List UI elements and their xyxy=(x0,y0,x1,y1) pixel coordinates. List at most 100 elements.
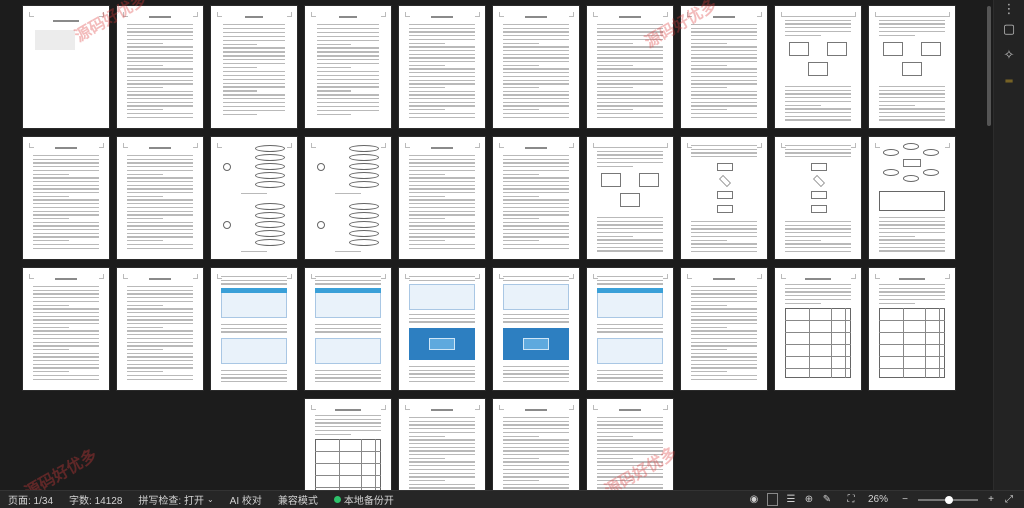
text-line xyxy=(317,51,379,53)
page-thumbnail[interactable]: 16 xyxy=(493,137,579,259)
divider-icon[interactable]: ═ xyxy=(994,68,1024,94)
page-view-icon[interactable] xyxy=(766,493,778,506)
flow-decision xyxy=(719,175,731,187)
text-line xyxy=(127,293,193,295)
page-thumbnail[interactable]: 5 xyxy=(399,6,485,128)
text-line xyxy=(597,72,663,74)
zoom-out-button[interactable]: − xyxy=(896,491,914,508)
page-indicator[interactable]: 页面: 1/34 xyxy=(0,492,61,507)
text-line xyxy=(409,173,446,175)
page-thumbnail[interactable]: 10 xyxy=(869,6,955,128)
page-thumbnail[interactable]: 9 xyxy=(775,6,861,128)
text-line xyxy=(597,283,663,285)
fit-screen-icon[interactable]: ⛶ xyxy=(842,491,860,508)
text-line xyxy=(691,356,757,358)
text-line xyxy=(409,476,475,478)
fullscreen-icon[interactable]: ⤢ xyxy=(1000,491,1018,508)
text-line xyxy=(879,298,945,301)
page-thumbnail[interactable]: 28 xyxy=(681,268,767,390)
usecase-ellipse xyxy=(349,163,379,170)
flow-step xyxy=(717,163,733,171)
page-thumbnail[interactable]: 13 xyxy=(211,137,297,259)
page-thumbnail[interactable]: 4 xyxy=(305,6,391,128)
page-corner-mark xyxy=(757,274,762,279)
page-corner-mark xyxy=(475,143,480,148)
page-thumbnail[interactable]: 3 xyxy=(211,6,297,128)
text-line xyxy=(597,428,663,430)
page-corner-mark xyxy=(29,12,34,17)
text-line xyxy=(879,235,916,237)
text-line xyxy=(503,42,540,44)
sparkle-ai-icon[interactable]: ✧ xyxy=(994,42,1024,68)
page-thumbnail[interactable]: 8 xyxy=(681,6,767,128)
page-thumbnail[interactable]: 27 xyxy=(587,268,673,390)
zoom-slider-thumb[interactable] xyxy=(945,495,954,504)
page-thumbnail[interactable]: 1 xyxy=(23,6,109,128)
text-line xyxy=(317,35,379,38)
text-line xyxy=(317,82,379,84)
page-thumbnail[interactable]: 17 xyxy=(587,137,673,259)
page-corner-mark xyxy=(217,143,222,148)
web-view-icon[interactable]: ⊕ xyxy=(800,491,818,508)
zoom-slider[interactable] xyxy=(918,495,978,504)
local-backup-toggle[interactable]: 本地备份开 xyxy=(326,492,402,507)
eye-protect-icon[interactable]: ◉ xyxy=(745,491,763,508)
page-thumbnail[interactable]: 25 xyxy=(399,268,485,390)
page-thumbnail[interactable]: 6 xyxy=(493,6,579,128)
page-thumbnail[interactable]: 20 xyxy=(869,137,955,259)
page-thumbnail[interactable]: 18 xyxy=(681,137,767,259)
text-line xyxy=(223,63,285,65)
text-line xyxy=(223,78,285,80)
zoom-value[interactable]: 26% xyxy=(860,494,896,505)
text-line xyxy=(317,55,379,57)
text-line xyxy=(597,454,663,456)
compat-mode-label: 兼容模式 xyxy=(277,496,318,507)
page-thumbnail[interactable]: 33 xyxy=(493,399,579,490)
text-line xyxy=(503,214,569,216)
text-line xyxy=(597,457,634,460)
text-line xyxy=(785,97,851,99)
page-thumbnail[interactable]: 19 xyxy=(775,137,861,259)
text-line xyxy=(33,367,99,369)
text-line xyxy=(127,64,164,67)
page-thumbnail[interactable]: 22 xyxy=(117,268,203,390)
ai-proofread-button[interactable]: AI 校对 xyxy=(222,492,270,507)
more-options-icon[interactable]: ⋮ xyxy=(994,1,1024,16)
vertical-scrollbar[interactable] xyxy=(987,6,991,126)
page-thumbnail[interactable]: 2 xyxy=(117,6,203,128)
page-thumbnail[interactable]: 24 xyxy=(305,268,391,390)
page-thumbnail[interactable]: 14 xyxy=(305,137,391,259)
text-line xyxy=(33,378,99,380)
text-line xyxy=(785,284,851,286)
outline-view-icon[interactable]: ☰ xyxy=(782,491,800,508)
page-thumbnail[interactable]: 21 xyxy=(23,268,109,390)
text-line xyxy=(503,472,569,474)
text-line xyxy=(503,317,569,320)
page-thumbnail[interactable]: 11 xyxy=(23,137,109,259)
zoom-in-button[interactable]: + xyxy=(982,491,1000,508)
pen-icon[interactable]: ✎ xyxy=(818,491,836,508)
page-thumbnail[interactable]: 12 xyxy=(117,137,203,259)
text-line xyxy=(597,242,663,245)
text-line xyxy=(409,454,475,456)
page-thumbnail[interactable]: 29 xyxy=(775,268,861,390)
page-thumbnail[interactable]: 30 xyxy=(869,268,955,390)
text-line xyxy=(33,188,99,190)
text-line xyxy=(597,42,634,44)
spell-check-toggle[interactable]: 拼写检查: 打开 ⌄ xyxy=(130,492,221,507)
page-thumbnail[interactable]: 34 xyxy=(587,399,673,490)
pin-icon[interactable]: ▢ xyxy=(994,16,1024,42)
text-line xyxy=(409,232,475,235)
text-line xyxy=(503,373,569,375)
page-thumbnail[interactable]: 23 xyxy=(211,268,297,390)
text-line xyxy=(127,192,193,194)
page-thumbnail[interactable]: 32 xyxy=(399,399,485,490)
page-thumbnail[interactable]: 7 xyxy=(587,6,673,128)
heading-line xyxy=(149,147,171,149)
page-thumbnail[interactable]: 15 xyxy=(399,137,485,259)
page-thumbnail[interactable]: 31 xyxy=(305,399,391,490)
text-line xyxy=(127,341,193,343)
page-thumbnail[interactable]: 26 xyxy=(493,268,579,390)
document-canvas[interactable]: 1234567891011121314151617181920212223242… xyxy=(0,0,994,490)
word-count[interactable]: 字数: 14128 xyxy=(61,492,130,507)
